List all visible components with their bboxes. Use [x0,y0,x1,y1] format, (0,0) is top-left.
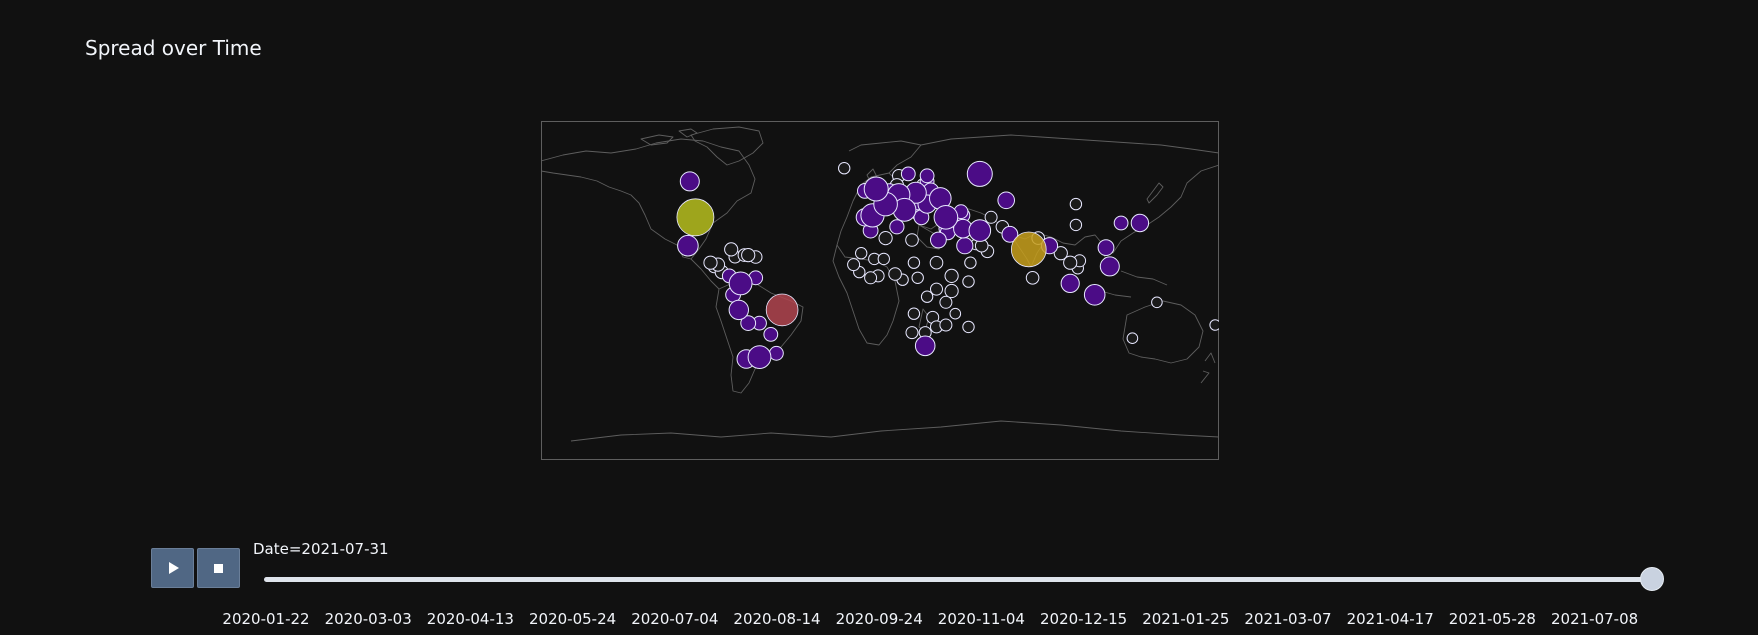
map-marker[interactable] [1097,239,1115,256]
map-marker[interactable] [765,293,799,327]
map-marker[interactable] [939,295,953,309]
slider-tick-label[interactable]: 2020-12-15 [1040,610,1127,628]
map-marker[interactable] [888,267,902,281]
map-marker[interactable] [939,318,953,332]
map-marker[interactable] [930,282,943,296]
map-marker[interactable] [677,234,699,257]
map-marker[interactable] [1060,273,1080,293]
map-marker[interactable] [676,198,715,237]
map-marker[interactable] [728,299,750,321]
date-slider-track[interactable] [264,577,1652,582]
map-marker[interactable] [1083,284,1106,306]
map-marker[interactable] [907,256,921,269]
map-marker[interactable] [889,219,905,235]
map-marker[interactable] [962,320,975,334]
slider-tick-label[interactable]: 2020-01-22 [222,610,309,628]
slider-tick-label[interactable]: 2021-03-07 [1244,610,1331,628]
map-marker[interactable] [949,307,962,320]
map-marker[interactable] [763,327,779,342]
map-marker[interactable] [984,210,998,224]
map-marker[interactable] [944,283,959,299]
map-marker[interactable] [914,335,936,357]
map-marker[interactable] [1063,255,1078,270]
stop-button[interactable] [197,548,240,588]
arctic-islands [640,128,698,146]
map-marker[interactable] [855,247,868,260]
map-marker[interactable] [919,168,935,184]
slider-tick-label[interactable]: 2020-08-14 [733,610,820,628]
map-marker[interactable] [1025,271,1040,285]
map-marker[interactable] [741,248,756,263]
slider-tick-label[interactable]: 2020-04-13 [427,610,514,628]
new-zealand-coast [1200,352,1216,384]
slider-tick-label[interactable]: 2020-07-04 [631,610,718,628]
map-marker[interactable] [1010,231,1047,268]
map-marker[interactable] [877,252,890,266]
slider-tick-label[interactable]: 2020-11-04 [938,610,1025,628]
map-marker[interactable] [747,345,772,370]
map-marker[interactable] [964,256,977,269]
map-marker[interactable] [966,160,993,187]
map-marker[interactable] [1209,319,1219,331]
date-slider-handle[interactable] [1640,567,1664,591]
japan-coast [1146,182,1164,204]
slider-tick-label[interactable]: 2020-09-24 [836,610,923,628]
map-marker[interactable] [956,237,974,255]
slider-tick-label[interactable]: 2020-03-03 [325,610,412,628]
map-marker[interactable] [1069,197,1083,211]
map-marker[interactable] [703,255,718,270]
map-marker[interactable] [900,166,916,182]
map-marker[interactable] [838,162,851,175]
slider-tick-label[interactable]: 2020-05-24 [529,610,616,628]
australia-coast [1122,300,1204,364]
map-marker[interactable] [724,242,739,257]
map-marker[interactable] [864,271,878,285]
slider-tick-label[interactable]: 2021-04-17 [1347,610,1434,628]
markers-layer [676,160,1219,370]
world-map[interactable] [541,121,1219,461]
map-marker[interactable] [968,219,992,242]
map-marker[interactable] [1130,213,1150,233]
map-marker[interactable] [907,307,921,320]
map-marker[interactable] [905,233,919,247]
slider-current-value: Date=2021-07-31 [253,540,389,558]
map-marker[interactable] [944,268,959,283]
map-marker[interactable] [920,290,934,303]
map-marker[interactable] [878,231,893,246]
map-marker[interactable] [933,205,959,230]
map-marker[interactable] [929,255,944,270]
map-marker[interactable] [1151,296,1163,309]
map-marker[interactable] [905,326,919,340]
play-button[interactable] [151,548,194,588]
map-marker[interactable] [847,258,861,272]
chart-title: Spread over Time [85,36,262,60]
map-marker[interactable] [930,231,947,249]
slider-tick-label[interactable]: 2021-07-08 [1551,610,1638,628]
map-marker[interactable] [1069,218,1083,232]
map-marker[interactable] [863,176,889,202]
map-marker[interactable] [1113,215,1129,231]
map-marker[interactable] [911,271,924,285]
map-marker[interactable] [1126,332,1139,344]
map-marker[interactable] [728,271,753,296]
slider-tick-label[interactable]: 2021-01-25 [1142,610,1229,628]
map-marker[interactable] [962,275,975,288]
play-icon [169,562,179,574]
map-marker[interactable] [1099,256,1120,277]
antarctica-coast [570,420,1219,442]
map-marker[interactable] [679,171,700,192]
greenland-coast [690,126,764,166]
stop-icon [214,563,223,573]
map-marker[interactable] [769,345,784,361]
coastlines [541,126,1219,442]
map-frame [541,121,1219,460]
north-america-coast [541,138,756,260]
map-marker[interactable] [997,191,1016,210]
slider-tick-label[interactable]: 2021-05-28 [1449,610,1536,628]
